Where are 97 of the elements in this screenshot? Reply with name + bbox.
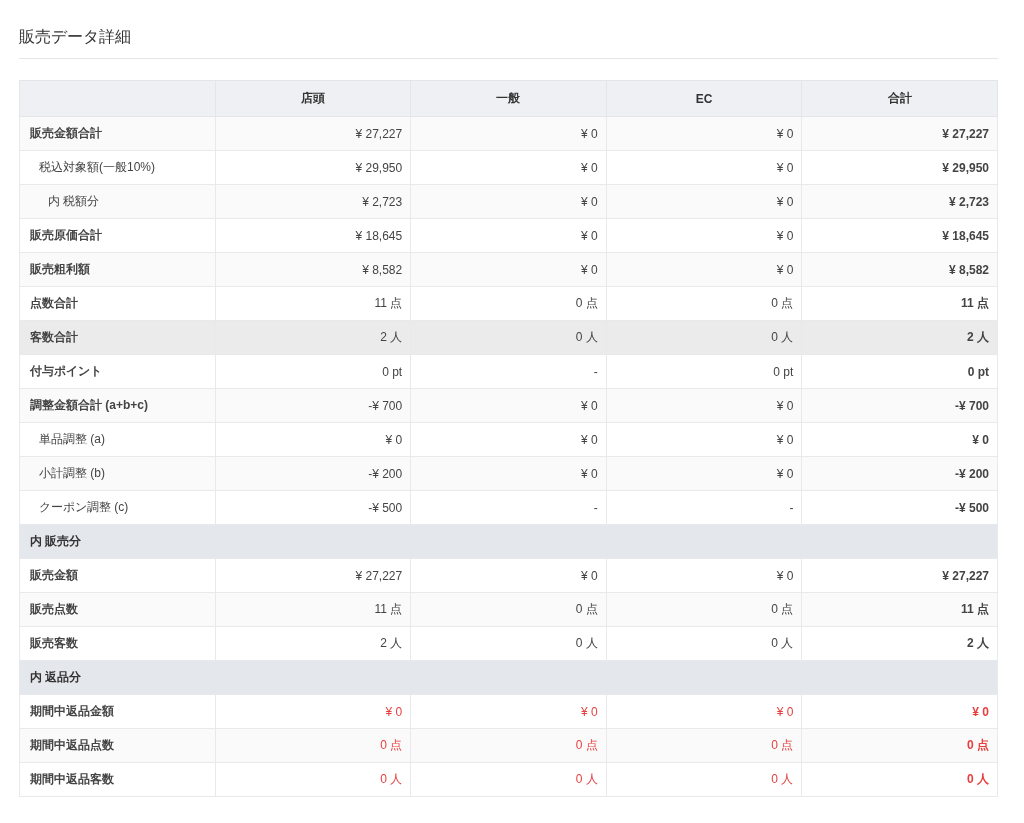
table-cell: ¥ 0 [410, 388, 607, 423]
row-label: 期間中返品客数 [19, 762, 216, 797]
row-label: 客数合計 [19, 320, 216, 355]
table-cell: ¥ 18,645 [215, 218, 411, 253]
table-cell: - [410, 490, 607, 525]
table-cell: ¥ 0 [410, 218, 607, 253]
row-label: クーポン調整 (c) [19, 490, 216, 525]
table-cell: ¥ 0 [606, 694, 802, 729]
column-header: EC [606, 80, 802, 117]
row-label: 販売金額合計 [19, 116, 216, 151]
table-cell: ¥ 0 [801, 422, 998, 457]
table-cell: -¥ 500 [215, 490, 411, 525]
row-label: 点数合計 [19, 286, 216, 321]
table-cell: ¥ 0 [606, 388, 802, 423]
table-cell: ¥ 0 [606, 184, 802, 219]
table-cell: ¥ 0 [410, 694, 607, 729]
table-cell: 0 人 [801, 762, 998, 797]
table-cell: -¥ 200 [215, 456, 411, 491]
table-cell: ¥ 27,227 [801, 558, 998, 593]
table-cell: ¥ 0 [801, 694, 998, 729]
table-cell: ¥ 2,723 [801, 184, 998, 219]
table-cell: ¥ 29,950 [215, 150, 411, 185]
row-label: 販売客数 [19, 626, 216, 661]
table-cell: 0 人 [606, 320, 802, 355]
table-cell: 0 点 [215, 728, 411, 763]
table-cell: 0 人 [606, 762, 802, 797]
table-cell: 11 点 [801, 286, 998, 321]
table-cell: 2 人 [801, 626, 998, 661]
table-cell: ¥ 8,582 [801, 252, 998, 287]
table-cell: 0 点 [801, 728, 998, 763]
table-cell: ¥ 2,723 [215, 184, 411, 219]
row-label: 税込対象額(一般10%) [19, 150, 216, 185]
table-cell: 0 点 [410, 728, 607, 763]
row-label: 内 税額分 [19, 184, 216, 219]
section-header: 内 返品分 [19, 660, 998, 695]
row-label: 期間中返品点数 [19, 728, 216, 763]
table-cell: ¥ 0 [410, 116, 607, 151]
table-cell: ¥ 0 [410, 252, 607, 287]
table-cell: ¥ 0 [606, 218, 802, 253]
page-title: 販売データ詳細 [19, 18, 998, 59]
column-header: 一般 [410, 80, 607, 117]
row-label: 付与ポイント [19, 354, 216, 389]
table-cell: ¥ 29,950 [801, 150, 998, 185]
table-cell: 11 点 [215, 286, 411, 321]
table-cell: ¥ 0 [215, 694, 411, 729]
table-cell: 0 pt [801, 354, 998, 389]
table-cell: 0 点 [410, 592, 607, 627]
table-cell: 0 人 [215, 762, 411, 797]
table-cell: ¥ 27,227 [801, 116, 998, 151]
table-cell: 0 点 [410, 286, 607, 321]
table-cell: 2 人 [215, 626, 411, 661]
table-cell: 0 pt [606, 354, 802, 389]
column-header: 店頭 [215, 80, 411, 117]
table-cell: -¥ 200 [801, 456, 998, 491]
table-cell: 0 pt [215, 354, 411, 389]
table-cell: 0 点 [606, 592, 802, 627]
table-cell: 0 点 [606, 286, 802, 321]
table-cell: ¥ 0 [606, 422, 802, 457]
row-label: 販売点数 [19, 592, 216, 627]
table-cell: ¥ 0 [606, 456, 802, 491]
table-cell: -¥ 700 [801, 388, 998, 423]
table-cell: ¥ 8,582 [215, 252, 411, 287]
table-cell: -¥ 700 [215, 388, 411, 423]
table-cell: ¥ 0 [215, 422, 411, 457]
table-cell: ¥ 0 [606, 150, 802, 185]
table-cell: ¥ 0 [410, 184, 607, 219]
table-cell: 0 人 [606, 626, 802, 661]
table-cell: ¥ 0 [410, 558, 607, 593]
table-cell: ¥ 27,227 [215, 558, 411, 593]
column-header: 合計 [801, 80, 998, 117]
row-label: 販売粗利額 [19, 252, 216, 287]
row-label: 単品調整 (a) [19, 422, 216, 457]
table-cell: ¥ 0 [410, 422, 607, 457]
row-label: 期間中返品金額 [19, 694, 216, 729]
table-cell: -¥ 500 [801, 490, 998, 525]
section-header: 内 販売分 [19, 524, 998, 559]
row-label: 販売金額 [19, 558, 216, 593]
table-cell: - [606, 490, 802, 525]
table-cell: 11 点 [801, 592, 998, 627]
table-cell: 11 点 [215, 592, 411, 627]
table-cell: 0 点 [606, 728, 802, 763]
table-cell: 2 人 [215, 320, 411, 355]
table-cell: 0 人 [410, 762, 607, 797]
row-label: 小計調整 (b) [19, 456, 216, 491]
table-cell: ¥ 0 [606, 116, 802, 151]
table-cell: - [410, 354, 607, 389]
row-label: 調整金額合計 (a+b+c) [19, 388, 216, 423]
table-cell: ¥ 0 [606, 558, 802, 593]
table-cell: ¥ 18,645 [801, 218, 998, 253]
table-cell: 0 人 [410, 626, 607, 661]
table-cell: 0 人 [410, 320, 607, 355]
table-cell: 2 人 [801, 320, 998, 355]
table-cell: ¥ 0 [410, 456, 607, 491]
table-cell: ¥ 0 [606, 252, 802, 287]
table-cell: ¥ 27,227 [215, 116, 411, 151]
table-cell: ¥ 0 [410, 150, 607, 185]
row-label: 販売原価合計 [19, 218, 216, 253]
